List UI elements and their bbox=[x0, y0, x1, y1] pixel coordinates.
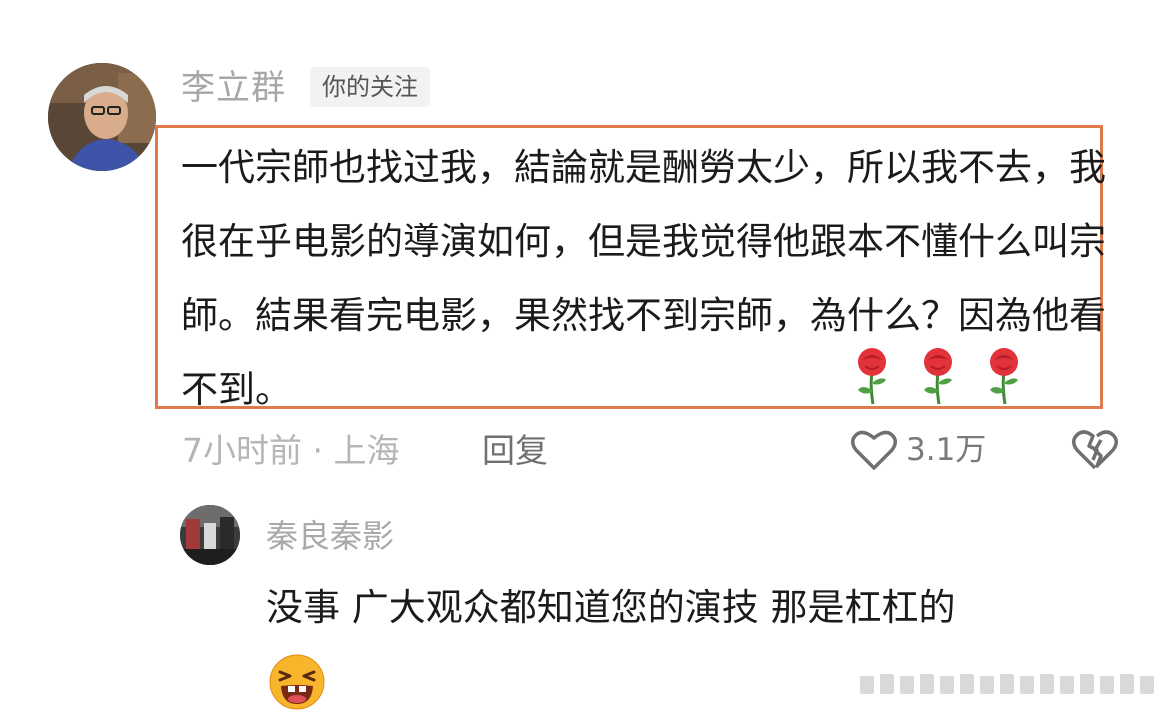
comment-author[interactable]: 李立群 bbox=[181, 66, 286, 110]
laughing-face-icon bbox=[269, 654, 325, 710]
heart-icon bbox=[851, 430, 897, 470]
like-count: 3.1万 bbox=[906, 432, 987, 468]
avatar[interactable] bbox=[48, 63, 156, 171]
reply-author[interactable]: 秦良秦影 bbox=[266, 514, 394, 558]
reply-avatar[interactable] bbox=[180, 505, 240, 565]
like-button[interactable]: 3.1万 bbox=[850, 424, 986, 476]
emoji-row bbox=[848, 346, 1028, 406]
comment-meta: 7小时前 · 上海 bbox=[182, 431, 400, 470]
reply-button[interactable]: 回复 bbox=[482, 428, 548, 474]
rose-icon bbox=[990, 348, 1018, 405]
rose-icon bbox=[858, 348, 886, 405]
broken-heart-icon[interactable] bbox=[1071, 426, 1119, 474]
rose-icon bbox=[924, 348, 952, 405]
following-badge: 你的关注 bbox=[310, 67, 430, 107]
comment-thread: 李立群 你的关注 一代宗師也找过我，結論就是酬勞太少，所以我不去，我很在乎电影的… bbox=[0, 0, 1170, 711]
reply-text: 没事 广大观众都知道您的演技 那是杠杠的 bbox=[266, 586, 956, 629]
watermark bbox=[860, 674, 1154, 694]
